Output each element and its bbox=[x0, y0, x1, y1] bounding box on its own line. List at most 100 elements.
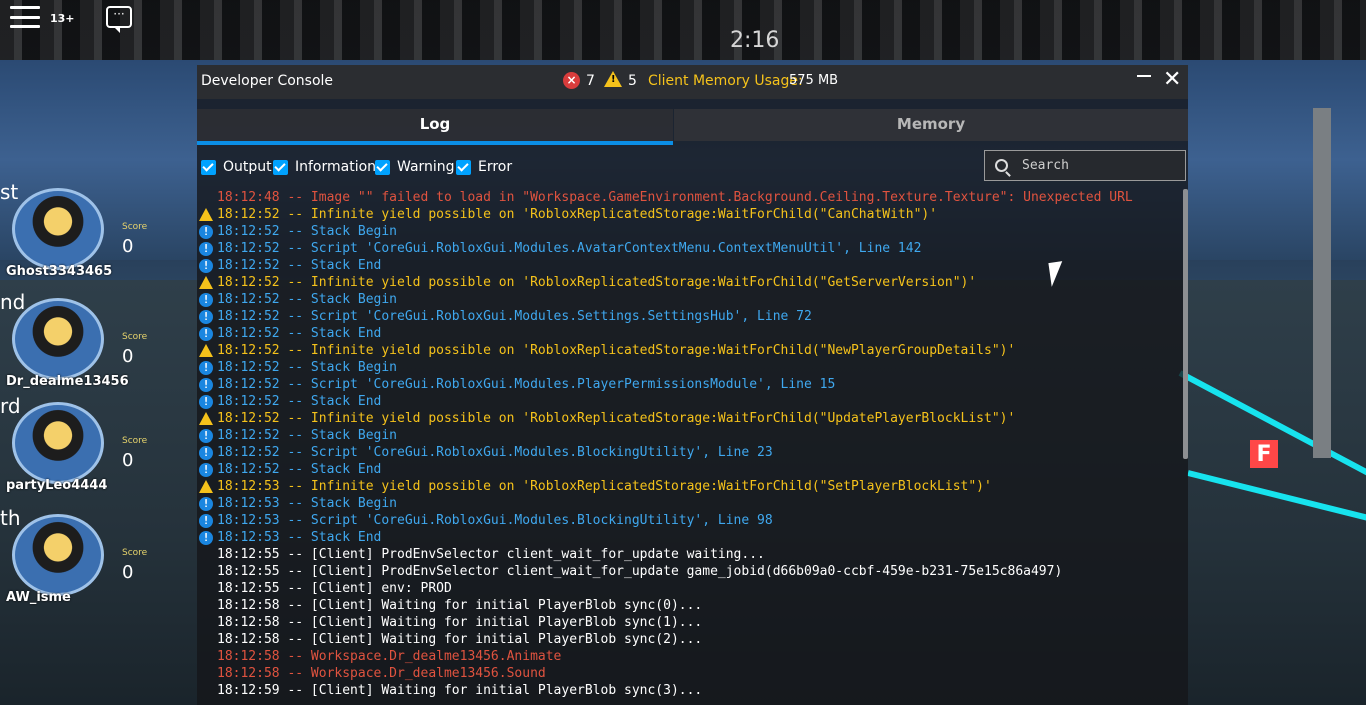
filter-warning[interactable]: Warning bbox=[375, 159, 455, 175]
log-line: ! 18:12:52 -- Stack End bbox=[197, 461, 1182, 478]
filter-output[interactable]: Output bbox=[201, 159, 272, 175]
log-line: ! 18:12:52 -- Script 'CoreGui.RobloxGui.M… bbox=[197, 308, 1182, 325]
leaderboard-rank: th bbox=[0, 506, 21, 530]
log-line: 18:12:58 -- [Client] Waiting for initial… bbox=[197, 631, 1182, 648]
info-icon: ! bbox=[199, 514, 213, 528]
log-line: ! 18:12:52 -- Stack Begin bbox=[197, 359, 1182, 376]
log-text: 18:12:53 -- Infinite yield possible on '… bbox=[217, 479, 992, 494]
chat-icon[interactable]: ··· bbox=[106, 6, 132, 33]
score-label: Score bbox=[122, 548, 148, 558]
search-input[interactable] bbox=[1020, 157, 1184, 174]
log-line: ! 18:12:52 -- Script 'CoreGui.RobloxGui.M… bbox=[197, 376, 1182, 393]
warning-icon bbox=[199, 344, 213, 357]
log-text: 18:12:52 -- Script 'CoreGui.RobloxGui.Mo… bbox=[217, 241, 922, 256]
log-text: 18:12:52 -- Stack End bbox=[217, 326, 382, 341]
log-line: 18:12:52 -- Infinite yield possible on '… bbox=[197, 342, 1182, 359]
log-line: 18:12:55 -- [Client] ProdEnvSelector cli… bbox=[197, 546, 1182, 563]
log-text: 18:12:52 -- Infinite yield possible on '… bbox=[217, 411, 1016, 426]
log-line: ! 18:12:52 -- Stack End bbox=[197, 393, 1182, 410]
info-icon: ! bbox=[199, 378, 213, 392]
log-text: 18:12:53 -- Script 'CoreGui.RobloxGui.Mo… bbox=[217, 513, 773, 528]
tab-log[interactable]: Log bbox=[197, 109, 673, 145]
log-text: 18:12:52 -- Stack Begin bbox=[217, 224, 398, 239]
avatar bbox=[12, 402, 104, 484]
log-line: 18:12:59 -- [Client] Waiting for initial… bbox=[197, 682, 1182, 699]
minimize-button[interactable] bbox=[1137, 75, 1151, 77]
checkbox[interactable] bbox=[456, 159, 471, 175]
log-line: 18:12:58 -- [Client] Waiting for initial… bbox=[197, 597, 1182, 614]
checkbox[interactable] bbox=[201, 159, 216, 175]
console-tabbar: Log Memory bbox=[197, 109, 1188, 145]
warning-icon: ! bbox=[604, 71, 622, 87]
log-line: ! 18:12:52 -- Stack End bbox=[197, 257, 1182, 274]
leaderboard-entry: th Score 0 AW_isme bbox=[0, 506, 190, 606]
warning-count: 5 bbox=[628, 73, 637, 89]
log-text: 18:12:59 -- [Client] Waiting for initial… bbox=[217, 683, 703, 698]
log-text: 18:12:53 -- Stack Begin bbox=[217, 496, 398, 511]
log-list[interactable]: 18:12:48 -- Image "" failed to load in "… bbox=[197, 189, 1182, 705]
memory-usage-label: Client Memory Usage: bbox=[648, 73, 803, 89]
player-name: AW_isme bbox=[6, 590, 71, 605]
close-button[interactable]: ✕ bbox=[1163, 69, 1181, 91]
player-name: partyLeo4444 bbox=[6, 478, 108, 493]
error-icon: × bbox=[563, 72, 580, 89]
avatar bbox=[12, 188, 104, 270]
info-icon: ! bbox=[199, 293, 213, 307]
log-line: 18:12:48 -- Image "" failed to load in "… bbox=[197, 189, 1182, 206]
checkbox[interactable] bbox=[273, 159, 288, 175]
filter-information[interactable]: Information bbox=[273, 159, 376, 175]
filter-label: Error bbox=[478, 159, 513, 175]
info-icon: ! bbox=[199, 242, 213, 256]
log-text: 18:12:58 -- [Client] Waiting for initial… bbox=[217, 632, 703, 647]
info-icon: ! bbox=[199, 497, 213, 511]
filter-label: Output bbox=[223, 159, 272, 175]
log-text: 18:12:52 -- Stack Begin bbox=[217, 292, 398, 307]
log-line: 18:12:58 -- Workspace.Dr_dealme13456.Sou… bbox=[197, 665, 1182, 682]
log-line: ! 18:12:53 -- Stack Begin bbox=[197, 495, 1182, 512]
tab-memory[interactable]: Memory bbox=[674, 109, 1188, 141]
log-text: 18:12:52 -- Infinite yield possible on '… bbox=[217, 343, 1016, 358]
player-name: Ghost3343465 bbox=[6, 264, 113, 279]
game-ceiling bbox=[0, 0, 1366, 60]
search-box[interactable] bbox=[984, 150, 1186, 181]
leaderboard-rank: rd bbox=[0, 394, 21, 418]
log-text: 18:12:52 -- Stack Begin bbox=[217, 360, 398, 375]
flag-icon: F bbox=[1250, 440, 1278, 468]
log-text: 18:12:58 -- [Client] Waiting for initial… bbox=[217, 615, 703, 630]
log-scrollbar[interactable] bbox=[1183, 189, 1188, 459]
log-text: 18:12:52 -- Stack Begin bbox=[217, 428, 398, 443]
leaderboard-rank: st bbox=[0, 180, 19, 204]
log-line: ! 18:12:52 -- Stack Begin bbox=[197, 223, 1182, 240]
console-title: Developer Console bbox=[201, 73, 334, 89]
search-icon bbox=[995, 159, 1008, 172]
info-icon: ! bbox=[199, 361, 213, 375]
log-text: 18:12:52 -- Script 'CoreGui.RobloxGui.Mo… bbox=[217, 445, 773, 460]
log-line: 18:12:53 -- Infinite yield possible on '… bbox=[197, 478, 1182, 495]
filter-error[interactable]: Error bbox=[456, 159, 512, 175]
score-label: Score bbox=[122, 436, 148, 446]
checkbox[interactable] bbox=[375, 159, 390, 175]
log-line: ! 18:12:52 -- Script 'CoreGui.RobloxGui.M… bbox=[197, 444, 1182, 461]
filter-label: Information bbox=[295, 159, 377, 175]
log-line: 18:12:55 -- [Client] env: PROD bbox=[197, 580, 1182, 597]
warning-icon bbox=[199, 480, 213, 493]
age-rating-badge: 13+ bbox=[50, 12, 75, 25]
menu-icon[interactable] bbox=[10, 6, 40, 28]
console-header[interactable]: Developer Console × 7 ! 5 Client Memory … bbox=[197, 65, 1188, 99]
log-line: ! 18:12:52 -- Stack Begin bbox=[197, 427, 1182, 444]
log-line: ! 18:12:53 -- Stack End bbox=[197, 529, 1182, 546]
log-text: 18:12:52 -- Script 'CoreGui.RobloxGui.Mo… bbox=[217, 309, 812, 324]
log-line: ! 18:12:52 -- Stack End bbox=[197, 325, 1182, 342]
log-text: 18:12:55 -- [Client] env: PROD bbox=[217, 581, 452, 596]
log-line: 18:12:52 -- Infinite yield possible on '… bbox=[197, 206, 1182, 223]
info-icon: ! bbox=[199, 259, 213, 273]
info-icon: ! bbox=[199, 310, 213, 324]
log-line: 18:12:58 -- Workspace.Dr_dealme13456.Ani… bbox=[197, 648, 1182, 665]
round-timer: 2:16 bbox=[730, 28, 780, 53]
log-text: 18:12:55 -- [Client] ProdEnvSelector cli… bbox=[217, 547, 765, 562]
log-text: 18:12:55 -- [Client] ProdEnvSelector cli… bbox=[217, 564, 1063, 579]
score-label: Score bbox=[122, 222, 148, 232]
info-icon: ! bbox=[199, 395, 213, 409]
avatar bbox=[12, 298, 104, 380]
arena-pole bbox=[1313, 108, 1331, 458]
